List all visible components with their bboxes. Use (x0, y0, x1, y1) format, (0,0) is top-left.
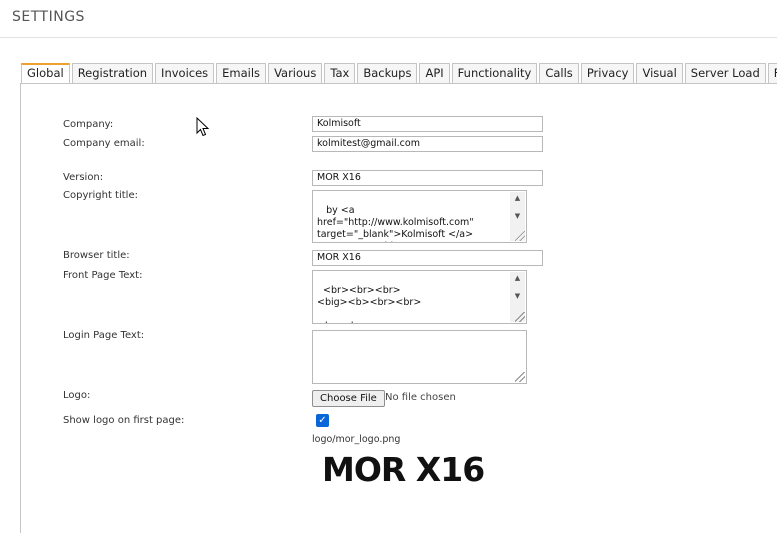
browser-title-label: Browser title: (63, 250, 130, 261)
tab-invoices[interactable]: Invoices (155, 63, 215, 83)
company-label: Company: (63, 119, 114, 130)
title-divider (0, 37, 777, 38)
tab-various[interactable]: Various (268, 63, 323, 83)
copyright-title-text: by <a href="http://www.kolmisoft.com" ta… (317, 205, 478, 242)
settings-tabs: Global Registration Invoices Emails Vari… (21, 63, 777, 84)
browser-title-input[interactable]: MOR X16 (312, 250, 543, 266)
company-email-input[interactable]: kolmitest@gmail.com (312, 136, 543, 152)
version-input[interactable]: MOR X16 (312, 170, 543, 186)
choose-file-button[interactable]: Choose File (312, 390, 385, 407)
tab-calls[interactable]: Calls (539, 63, 579, 83)
resize-grip-icon[interactable] (515, 312, 525, 322)
company-email-label: Company email: (63, 138, 145, 149)
logo-path: logo/mor_logo.png (312, 434, 401, 445)
logo-label: Logo: (63, 390, 91, 401)
show-logo-checkbox[interactable]: ✓ (316, 414, 329, 427)
scroll-down-icon[interactable]: ▼ (510, 290, 525, 302)
scroll-down-icon[interactable]: ▼ (510, 210, 525, 222)
tab-ftp[interactable]: FTP (767, 63, 777, 83)
front-page-text-label: Front Page Text: (63, 270, 143, 281)
copyright-title-textarea[interactable]: by <a href="http://www.kolmisoft.com" ta… (312, 190, 527, 243)
page-title: SETTINGS (12, 9, 85, 25)
file-status-text: No file chosen (385, 392, 456, 403)
resize-grip-icon[interactable] (515, 231, 525, 241)
front-page-text-content: <br><br><br> <big><b><br><br> <br><br> (317, 285, 422, 323)
tab-backups[interactable]: Backups (357, 63, 418, 83)
front-page-text-textarea[interactable]: <br><br><br> <big><b><br><br> <br><br> ▲… (312, 270, 527, 324)
scroll-up-icon[interactable]: ▲ (510, 192, 525, 204)
tab-tax[interactable]: Tax (324, 63, 356, 83)
login-page-text-label: Login Page Text: (63, 330, 145, 341)
resize-grip-icon[interactable] (515, 372, 525, 382)
tab-privacy[interactable]: Privacy (580, 63, 635, 83)
checkmark-icon: ✓ (318, 415, 327, 426)
mouse-pointer-icon (196, 117, 210, 137)
show-logo-label: Show logo on first page: (63, 415, 185, 426)
company-input[interactable]: Kolmisoft (312, 116, 543, 132)
tab-emails[interactable]: Emails (216, 63, 267, 83)
tab-server-load[interactable]: Server Load (684, 63, 766, 83)
logo-image: MOR X16 (322, 450, 485, 489)
version-label: Version: (63, 172, 104, 183)
scroll-up-icon[interactable]: ▲ (510, 272, 525, 284)
login-page-text-textarea[interactable] (312, 330, 527, 384)
tab-visual[interactable]: Visual (636, 63, 683, 83)
copyright-title-label: Copyright title: (63, 190, 138, 201)
tab-registration[interactable]: Registration (71, 63, 154, 83)
tab-global[interactable]: Global (21, 63, 70, 84)
tab-api[interactable]: API (419, 63, 450, 83)
tab-functionality[interactable]: Functionality (451, 63, 538, 83)
